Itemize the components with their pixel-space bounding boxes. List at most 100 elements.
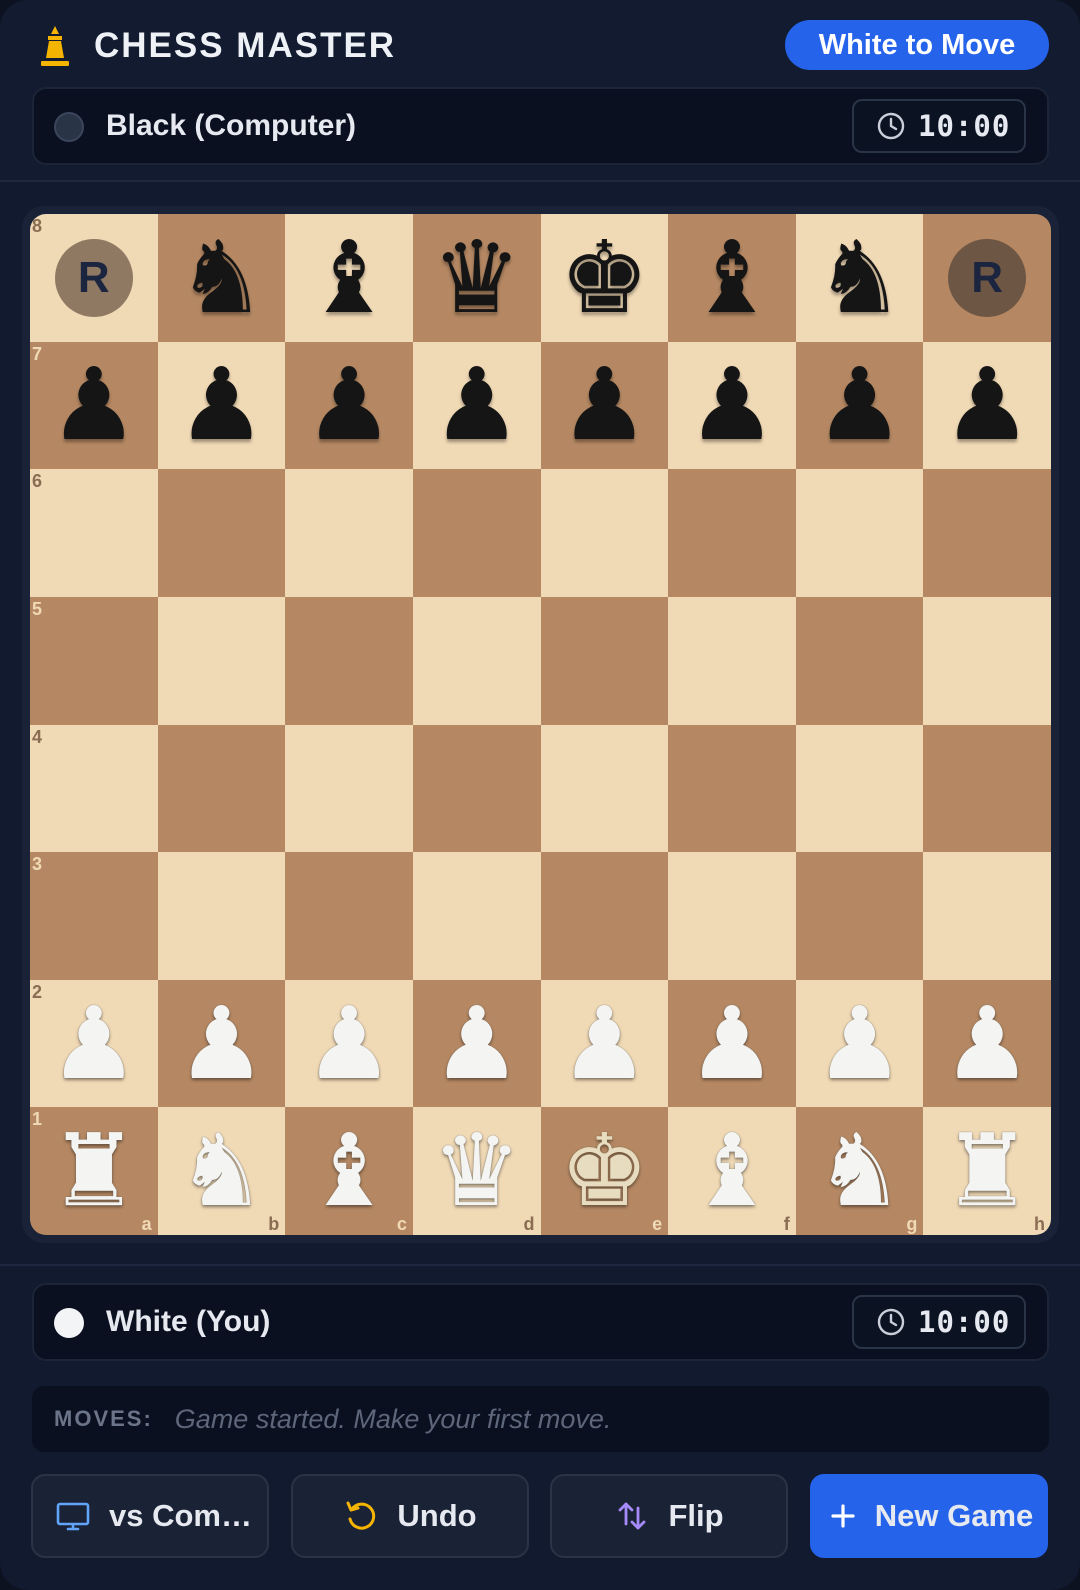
black-pawn[interactable]: ♟ bbox=[177, 355, 267, 455]
undo-button[interactable]: Undo bbox=[291, 1474, 529, 1558]
square-a4[interactable]: 4 bbox=[30, 724, 158, 853]
white-pawn[interactable]: ♟ bbox=[432, 993, 522, 1094]
square-c1[interactable]: c ♝ bbox=[285, 1107, 413, 1235]
square-g1[interactable]: g ♞ bbox=[795, 1107, 924, 1235]
black-queen[interactable]: ♛ bbox=[432, 227, 522, 328]
square-f5[interactable] bbox=[668, 596, 796, 725]
black-knight[interactable]: ♞ bbox=[177, 227, 267, 328]
square-h6[interactable] bbox=[923, 469, 1051, 597]
square-a3[interactable]: 3 bbox=[30, 852, 158, 980]
white-king[interactable]: ♚ bbox=[559, 1121, 649, 1221]
vs-computer-button[interactable]: vs Com… bbox=[31, 1474, 269, 1558]
black-pawn[interactable]: ♟ bbox=[815, 355, 905, 455]
square-e5[interactable] bbox=[540, 596, 669, 725]
square-h8[interactable]: R bbox=[923, 214, 1051, 342]
square-d5[interactable] bbox=[412, 596, 541, 725]
square-b1[interactable]: b ♞ bbox=[157, 1107, 286, 1235]
square-g8[interactable]: ♞ bbox=[795, 214, 924, 342]
square-b4[interactable] bbox=[157, 724, 286, 853]
square-a6[interactable]: 6 bbox=[30, 469, 158, 597]
black-rook-token[interactable]: R bbox=[54, 238, 133, 317]
square-d4[interactable] bbox=[412, 724, 541, 853]
square-g5[interactable] bbox=[795, 596, 924, 725]
square-d8[interactable]: ♛ bbox=[412, 214, 541, 342]
square-c5[interactable] bbox=[285, 596, 413, 725]
white-pawn[interactable]: ♟ bbox=[559, 993, 649, 1094]
white-pawn[interactable]: ♟ bbox=[815, 993, 905, 1094]
white-knight[interactable]: ♞ bbox=[815, 1121, 905, 1221]
square-h1[interactable]: h ♜ bbox=[923, 1107, 1051, 1235]
square-f4[interactable] bbox=[668, 724, 796, 853]
square-d3[interactable] bbox=[412, 852, 541, 980]
square-a1[interactable]: 1 a ♜ bbox=[30, 1107, 158, 1235]
white-pawn[interactable]: ♟ bbox=[942, 993, 1032, 1094]
black-rook-token[interactable]: R bbox=[948, 238, 1027, 317]
black-king[interactable]: ♚ bbox=[559, 227, 649, 328]
square-g3[interactable] bbox=[795, 852, 924, 980]
square-f3[interactable] bbox=[668, 852, 796, 980]
square-e4[interactable] bbox=[540, 724, 669, 853]
square-e1[interactable]: e ♚ bbox=[540, 1107, 669, 1235]
square-c2[interactable]: ♟ bbox=[285, 979, 413, 1108]
black-pawn[interactable]: ♟ bbox=[559, 355, 649, 455]
square-a2[interactable]: 2 ♟ bbox=[30, 979, 158, 1108]
square-b6[interactable] bbox=[157, 469, 286, 597]
square-a7[interactable]: 7 ♟ bbox=[30, 341, 158, 470]
square-c8[interactable]: ♝ bbox=[285, 214, 413, 342]
square-g6[interactable] bbox=[795, 469, 924, 597]
square-f8[interactable]: ♝ bbox=[668, 214, 796, 342]
square-h4[interactable] bbox=[923, 724, 1051, 853]
square-b2[interactable]: ♟ bbox=[157, 979, 286, 1108]
white-pawn[interactable]: ♟ bbox=[49, 993, 139, 1094]
square-b7[interactable]: ♟ bbox=[157, 341, 286, 470]
flip-board-button[interactable]: Flip bbox=[550, 1474, 788, 1558]
square-e8[interactable]: ♚ bbox=[540, 214, 669, 342]
square-c4[interactable] bbox=[285, 724, 413, 853]
square-h3[interactable] bbox=[923, 852, 1051, 980]
square-g7[interactable]: ♟ bbox=[795, 341, 924, 470]
square-a5[interactable]: 5 bbox=[30, 596, 158, 725]
white-rook[interactable]: ♜ bbox=[49, 1121, 139, 1221]
white-pawn[interactable]: ♟ bbox=[304, 993, 394, 1094]
square-f7[interactable]: ♟ bbox=[668, 341, 796, 470]
square-h5[interactable] bbox=[923, 596, 1051, 725]
white-pawn[interactable]: ♟ bbox=[687, 993, 777, 1094]
white-knight[interactable]: ♞ bbox=[177, 1121, 267, 1221]
square-g2[interactable]: ♟ bbox=[795, 979, 924, 1108]
black-bishop[interactable]: ♝ bbox=[304, 227, 394, 328]
square-a8[interactable]: 8R bbox=[30, 214, 158, 342]
square-f1[interactable]: f ♝ bbox=[668, 1107, 796, 1235]
black-pawn[interactable]: ♟ bbox=[687, 355, 777, 455]
square-d1[interactable]: d ♛ bbox=[412, 1107, 541, 1235]
square-e3[interactable] bbox=[540, 852, 669, 980]
black-pawn[interactable]: ♟ bbox=[432, 355, 522, 455]
black-bishop[interactable]: ♝ bbox=[687, 227, 777, 328]
black-pawn[interactable]: ♟ bbox=[942, 355, 1032, 455]
square-b8[interactable]: ♞ bbox=[157, 214, 286, 342]
black-knight[interactable]: ♞ bbox=[815, 227, 905, 328]
square-c6[interactable] bbox=[285, 469, 413, 597]
square-f6[interactable] bbox=[668, 469, 796, 597]
square-g4[interactable] bbox=[795, 724, 924, 853]
new-game-button[interactable]: New Game bbox=[810, 1474, 1048, 1558]
white-rook[interactable]: ♜ bbox=[942, 1121, 1032, 1221]
black-pawn[interactable]: ♟ bbox=[304, 355, 394, 455]
square-b5[interactable] bbox=[157, 596, 286, 725]
white-pawn[interactable]: ♟ bbox=[177, 993, 267, 1094]
square-h7[interactable]: ♟ bbox=[923, 341, 1051, 470]
square-c3[interactable] bbox=[285, 852, 413, 980]
square-d6[interactable] bbox=[412, 469, 541, 597]
white-bishop[interactable]: ♝ bbox=[304, 1121, 394, 1221]
square-e6[interactable] bbox=[540, 469, 669, 597]
square-h2[interactable]: ♟ bbox=[923, 979, 1051, 1108]
square-e7[interactable]: ♟ bbox=[540, 341, 669, 470]
black-pawn[interactable]: ♟ bbox=[49, 355, 139, 455]
square-d7[interactable]: ♟ bbox=[412, 341, 541, 470]
square-b3[interactable] bbox=[157, 852, 286, 980]
square-d2[interactable]: ♟ bbox=[412, 979, 541, 1108]
white-queen[interactable]: ♛ bbox=[432, 1121, 522, 1221]
square-e2[interactable]: ♟ bbox=[540, 979, 669, 1108]
square-c7[interactable]: ♟ bbox=[285, 341, 413, 470]
square-f2[interactable]: ♟ bbox=[668, 979, 796, 1108]
white-bishop[interactable]: ♝ bbox=[687, 1121, 777, 1221]
